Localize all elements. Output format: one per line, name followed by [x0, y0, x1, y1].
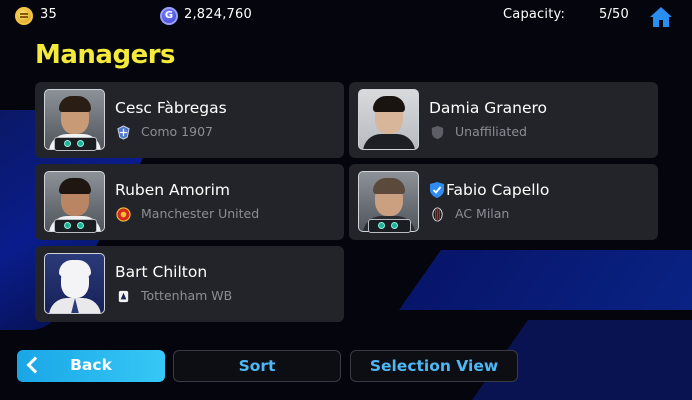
skill-chip-icon [391, 222, 398, 229]
manager-name: Damia Granero [429, 99, 548, 117]
manager-portrait [358, 89, 419, 150]
tottenham-crest-icon [118, 290, 129, 303]
man-utd-crest-icon [116, 207, 131, 222]
manager-name: Bart Chilton [115, 263, 208, 281]
home-icon[interactable] [649, 5, 673, 29]
manager-club: AC Milan [455, 206, 510, 221]
skill-chip-icon [77, 222, 84, 229]
page-title: Managers [35, 40, 176, 70]
sort-button[interactable]: Sort [173, 350, 341, 382]
manager-portrait [44, 253, 105, 314]
skill-chips [368, 219, 411, 233]
manager-name: Fabio Capello [446, 181, 550, 199]
chevron-left-icon [26, 356, 44, 374]
top-bar: 35 G 2,824,760 Capacity: 5/50 [0, 0, 692, 32]
manager-club: Unaffiliated [455, 124, 527, 139]
manager-club: Manchester United [141, 206, 260, 221]
como-crest-icon [117, 125, 130, 140]
sort-button-label: Sort [238, 357, 276, 375]
gp-balance: 2,824,760 [184, 7, 252, 22]
skill-chip-icon [77, 140, 84, 147]
ac-milan-crest-icon [432, 207, 443, 222]
manager-card[interactable]: Bart Chilton Tottenham WB [35, 246, 344, 322]
coin-icon [15, 7, 33, 25]
skill-chip-icon [378, 222, 385, 229]
selection-view-button[interactable]: Selection View [350, 350, 518, 382]
manager-name: Cesc Fàbregas [115, 99, 227, 117]
gp-icon: G [160, 7, 178, 25]
capacity-value: 5/50 [599, 7, 629, 22]
skill-chip-icon [64, 222, 71, 229]
verified-shield-icon [430, 182, 444, 198]
skill-chip-icon [64, 140, 71, 147]
capacity-label: Capacity: [503, 7, 566, 22]
skill-chips [54, 137, 97, 151]
manager-card[interactable]: Damia Granero Unaffiliated [349, 82, 658, 158]
back-button[interactable]: Back [17, 350, 165, 382]
back-button-label: Back [70, 356, 112, 374]
manager-card[interactable]: Cesc Fàbregas Como 1907 [35, 82, 344, 158]
manager-name: Ruben Amorim [115, 181, 230, 199]
manager-club: Como 1907 [141, 124, 213, 139]
manager-club: Tottenham WB [141, 288, 233, 303]
selection-view-button-label: Selection View [369, 357, 499, 375]
shield-icon [431, 125, 444, 140]
background-stripe [398, 250, 692, 310]
manager-card[interactable]: Fabio Capello AC Milan [349, 164, 658, 240]
manager-card[interactable]: Ruben Amorim Manchester United [35, 164, 344, 240]
skill-chips [54, 219, 97, 233]
coins-balance: 35 [40, 7, 57, 22]
